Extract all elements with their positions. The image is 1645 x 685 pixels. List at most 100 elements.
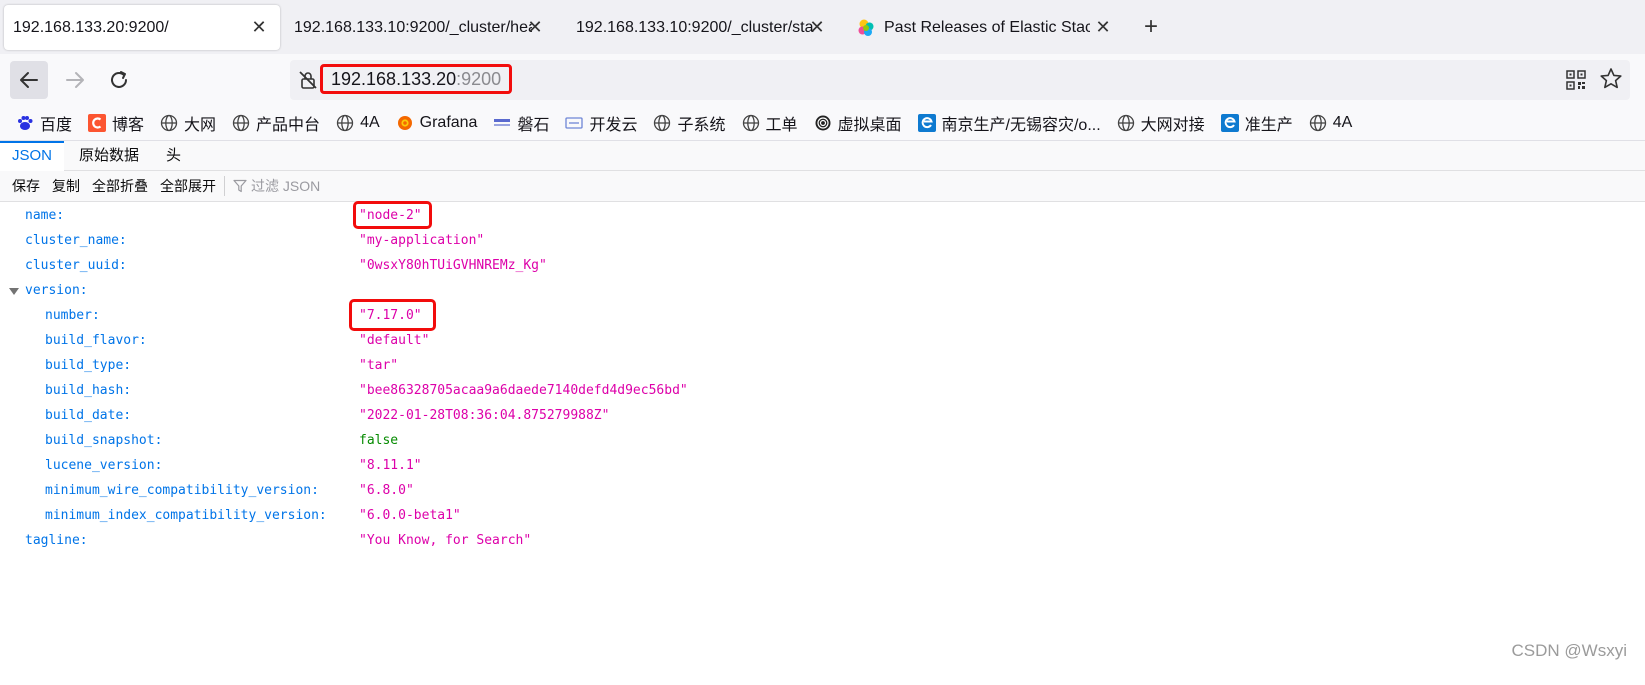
kaifayun-icon: [565, 116, 584, 129]
json-row-build-date[interactable]: build_date: "2022-01-28T08:36:04.8752799…: [0, 404, 1645, 428]
globe-icon: [742, 114, 759, 131]
bookmark-label: 开发云: [589, 116, 638, 134]
json-row-min-index-compat[interactable]: minimum_index_compatibility_version: "6.…: [0, 504, 1645, 528]
json-key: cluster_uuid:: [25, 258, 127, 273]
panshi-icon: [494, 118, 511, 126]
bookmark-star-icon[interactable]: [1598, 66, 1624, 92]
filter-placeholder: 过滤 JSON: [251, 178, 321, 194]
json-row-build-type[interactable]: build_type: "tar": [0, 354, 1645, 378]
json-row-build-hash[interactable]: build_hash: "bee86328705acaa9a6daede7140…: [0, 379, 1645, 403]
bookmark-item[interactable]: 工单: [742, 111, 798, 135]
bookmark-item[interactable]: 博客: [88, 111, 144, 135]
forward-arrow-icon: [66, 72, 84, 88]
json-row-number[interactable]: number: "7.17.0": [0, 304, 1645, 328]
insecure-lock-icon[interactable]: [298, 70, 318, 90]
url-highlight-box[interactable]: 192.168.133.20 :9200: [320, 64, 513, 94]
json-row-version[interactable]: version:: [0, 279, 1645, 303]
json-key: build_date:: [45, 408, 132, 423]
json-value: false: [359, 433, 399, 448]
url-host: 192.168.133.20: [331, 68, 457, 89]
json-key: cluster_name:: [25, 233, 127, 248]
json-value: "You Know, for Search": [359, 533, 532, 548]
json-key: number:: [45, 308, 100, 323]
tab-elastic-releases[interactable]: Past Releases of Elastic Stack ✕: [848, 5, 1124, 50]
reload-button[interactable]: [100, 61, 138, 99]
bookmark-item[interactable]: 磐石: [493, 111, 549, 135]
json-key: minimum_index_compatibility_version:: [45, 508, 327, 523]
tab-raw-data[interactable]: 原始数据: [67, 141, 151, 171]
collapse-triangle-icon[interactable]: [9, 288, 19, 295]
bookmark-item[interactable]: 南京生产/无锡容灾/o...: [917, 111, 1101, 135]
bookmark-item[interactable]: 大网对接: [1117, 111, 1205, 135]
bookmark-item[interactable]: Grafana: [396, 114, 477, 132]
bookmark-item[interactable]: 百度: [16, 111, 72, 135]
tab-title: Past Releases of Elastic Stack: [884, 18, 1090, 36]
elastic-logo-icon: [858, 19, 874, 36]
bookmark-item[interactable]: 开发云: [565, 111, 637, 135]
bookmark-label: 准生产: [1244, 116, 1293, 134]
json-value: "my-application": [359, 233, 485, 248]
tab-headers[interactable]: 头: [154, 141, 193, 171]
tab-title: 192.168.133.20:9200/: [13, 18, 169, 36]
bookmark-item[interactable]: 虚拟桌面: [814, 111, 902, 135]
expand-all-button[interactable]: 全部展开: [154, 176, 222, 196]
close-tab-icon[interactable]: ✕: [524, 16, 546, 38]
tab-node-2[interactable]: 192.168.133.20:9200/ ✕: [4, 5, 280, 50]
bookmark-label: 工单: [765, 116, 798, 134]
json-row-lucene-version[interactable]: lucene_version: "8.11.1": [0, 454, 1645, 478]
collapse-all-button[interactable]: 全部折叠: [86, 176, 154, 196]
json-row-cluster-name[interactable]: cluster_name: "my-application": [0, 229, 1645, 253]
json-key: lucene_version:: [45, 458, 163, 473]
bookmark-label: 南京生产/无锡容灾/o...: [941, 116, 1101, 134]
highlight-box-name: [353, 201, 432, 229]
csdn-icon: [88, 113, 107, 132]
close-tab-icon[interactable]: ✕: [1092, 16, 1114, 38]
json-row-name[interactable]: name: "node-2": [0, 204, 1645, 228]
bookmark-item[interactable]: 产品中台: [232, 111, 320, 135]
json-row-cluster-uuid[interactable]: cluster_uuid: "0wsxY80hTUiGVHNREMz_Kg": [0, 254, 1645, 278]
json-value: "default": [359, 333, 430, 348]
highlight-box-version-number: [349, 299, 436, 331]
json-key: tagline:: [25, 533, 88, 548]
close-tab-icon[interactable]: ✕: [248, 16, 270, 38]
json-value: "6.0.0-beta1": [359, 508, 461, 523]
back-button[interactable]: [10, 61, 48, 99]
json-viewer-tabs: JSON 原始数据 头: [0, 141, 1645, 171]
json-row-min-wire-compat[interactable]: minimum_wire_compatibility_version: "6.8…: [0, 479, 1645, 503]
json-row-build-snapshot[interactable]: build_snapshot: false: [0, 429, 1645, 453]
json-row-tagline[interactable]: tagline: "You Know, for Search": [0, 529, 1645, 553]
bookmark-item[interactable]: 大网: [160, 111, 216, 135]
bookmark-item[interactable]: 4A: [336, 114, 380, 132]
globe-icon: [654, 114, 671, 131]
copy-button[interactable]: 复制: [46, 176, 86, 196]
bookmark-label: 4A: [1332, 113, 1353, 131]
bookmark-label: 虚拟桌面: [837, 116, 902, 134]
tab-cluster-state[interactable]: 192.168.133.10:9200/_cluster/state ✕: [566, 5, 838, 50]
forward-button[interactable]: [56, 61, 94, 99]
new-tab-button[interactable]: +: [1136, 12, 1166, 42]
address-bar[interactable]: 192.168.133.20 :9200: [290, 60, 1630, 100]
navigation-bar: 192.168.133.20 :9200: [0, 54, 1645, 105]
bookmark-item[interactable]: 子系统: [653, 111, 726, 135]
filter-json-input[interactable]: 过滤 JSON: [233, 176, 320, 196]
qr-code-icon[interactable]: [1566, 70, 1586, 90]
json-key: build_flavor:: [45, 333, 147, 348]
globe-icon: [1117, 114, 1134, 131]
json-key: build_hash:: [45, 383, 132, 398]
bookmark-label: 大网: [184, 116, 217, 134]
tab-cluster-health[interactable]: 192.168.133.10:9200/_cluster/health ✕: [284, 5, 556, 50]
back-arrow-icon: [20, 72, 38, 88]
tab-json[interactable]: JSON: [0, 141, 65, 171]
json-key: name:: [25, 208, 65, 223]
bookmark-item[interactable]: 4A: [1309, 113, 1353, 132]
bookmark-label: 大网对接: [1140, 116, 1205, 134]
tab-strip: 192.168.133.20:9200/ ✕ 192.168.133.10:92…: [0, 0, 1645, 54]
edge-icon: [1220, 113, 1239, 132]
json-key: build_type:: [45, 358, 132, 373]
json-row-build-flavor[interactable]: build_flavor: "default": [0, 329, 1645, 353]
bookmark-item[interactable]: 准生产: [1220, 111, 1293, 135]
json-key: version:: [25, 283, 88, 298]
bookmark-label: 百度: [40, 116, 73, 134]
close-tab-icon[interactable]: ✕: [806, 16, 828, 38]
save-button[interactable]: 保存: [6, 176, 46, 196]
